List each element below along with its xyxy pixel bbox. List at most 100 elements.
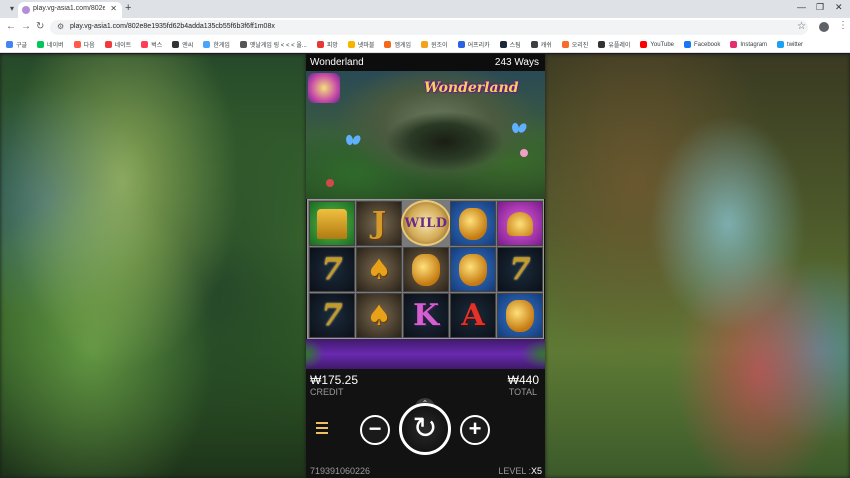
hat-symbol-icon <box>317 208 347 239</box>
bookmark-item[interactable]: 네이트 <box>104 40 132 49</box>
symbol-7: 7 <box>321 297 343 333</box>
flower-icon <box>326 179 334 187</box>
wonderland-logo: Wonderland <box>424 80 519 96</box>
ways-count: 243 Ways <box>494 57 539 68</box>
bookmark-favicon-icon <box>684 41 691 48</box>
back-icon[interactable]: ← <box>6 21 16 32</box>
bookmark-item[interactable]: 구글 <box>6 40 27 49</box>
bookmark-item[interactable]: 어프리카 <box>457 40 490 49</box>
bookmark-label: 다음 <box>83 43 95 49</box>
win-band <box>306 339 545 369</box>
bookmark-favicon-icon <box>598 41 606 48</box>
bookmark-item[interactable]: YouTube <box>640 41 674 48</box>
reel-cell: A <box>450 293 496 338</box>
hamburger-icon[interactable] <box>316 422 328 434</box>
bookmark-favicon-icon <box>239 41 247 48</box>
url-text[interactable]: play.vg-asia1.com/802e8e1935fd62b4adda13… <box>70 23 275 30</box>
bookmark-favicon-icon <box>730 41 738 48</box>
bookmark-favicon-icon <box>457 41 465 48</box>
address-bar[interactable]: ⚙ play.vg-asia1.com/802e8e1935fd62b4adda… <box>50 20 808 35</box>
page-content: Wonderland 243 Ways Wonderland 7 7 J ♠ ♠ WILD… <box>0 54 850 478</box>
bell-symbol-icon <box>507 211 533 236</box>
reel-cell <box>497 293 543 338</box>
tab-close-icon[interactable]: ✕ <box>110 4 117 13</box>
symbol-7: 7 <box>321 251 343 287</box>
bookmark-item[interactable]: Facebook <box>684 41 720 48</box>
bookmark-item[interactable]: 네이버 <box>37 40 64 49</box>
bookmark-item[interactable]: 한게임 <box>203 40 230 49</box>
bookmark-label: 구글 <box>16 43 28 49</box>
bookmark-item[interactable]: Instagram <box>730 41 767 48</box>
symbol-j: J <box>371 205 387 241</box>
bookmark-item[interactable]: 스팀 <box>499 40 521 49</box>
bookmark-favicon-icon <box>37 41 45 48</box>
bookmark-favicon-icon <box>104 41 112 48</box>
reel-cell: 7 <box>309 247 355 292</box>
bookmark-star-icon[interactable]: ☆ <box>797 21 806 32</box>
bookmark-favicon-icon <box>384 41 392 48</box>
flower-icon <box>520 149 528 157</box>
bookmark-favicon-icon <box>316 41 324 48</box>
minimize-button[interactable]: — <box>797 2 806 12</box>
bookmark-item[interactable]: 엔씨 <box>172 40 193 49</box>
bookmark-label: 벅스 <box>151 43 163 49</box>
browser-toolbar: ← → ↻ ⚙ play.vg-asia1.com/802e8e1935fd62… <box>0 18 850 37</box>
bookmark-favicon-icon <box>347 41 355 48</box>
refresh-icon: ↻ <box>412 412 438 445</box>
urn-symbol-icon <box>412 253 440 286</box>
bookmark-favicon-icon <box>172 41 180 48</box>
bookmark-item[interactable]: twitter <box>777 41 803 48</box>
increase-bet-button[interactable]: + <box>460 415 490 445</box>
butterfly-icon <box>512 123 526 133</box>
bookmark-label: 어프리카 <box>467 43 490 49</box>
bookmark-label: twitter <box>787 41 804 48</box>
bookmark-item[interactable]: 다음 <box>73 40 95 49</box>
bookmark-label: 피망 <box>326 43 338 49</box>
spin-button[interactable]: ↻ <box>399 403 451 455</box>
urn-symbol-icon <box>459 253 487 286</box>
reel-cell: ♠ <box>356 293 402 338</box>
close-window-button[interactable]: ✕ <box>835 2 843 13</box>
tab-search-icon[interactable]: ▾ <box>6 3 18 15</box>
game-header: Wonderland 243 Ways <box>306 54 545 71</box>
bookmark-favicon-icon <box>499 41 507 48</box>
wild-symbol: WILD <box>401 200 451 246</box>
reel-cell: J <box>356 201 402 246</box>
bookmark-label: 한게임 <box>213 43 230 49</box>
menu-kebab-icon[interactable]: ⋮ <box>838 20 848 31</box>
bookmark-label: 네이트 <box>114 43 132 49</box>
slot-game: Wonderland 243 Ways Wonderland 7 7 J ♠ ♠ WILD… <box>306 54 545 478</box>
butterfly-icon <box>346 135 360 145</box>
bookmark-favicon-icon <box>640 41 648 48</box>
bookmark-item[interactable]: 엠게임 <box>384 40 411 49</box>
bookmark-item[interactable]: 윈조이 <box>421 40 448 49</box>
active-tab[interactable]: play.vg-asia1.com/802e8e ✕ <box>18 2 122 18</box>
bookmark-item[interactable]: 옛날게임 링 < < < 울... <box>239 40 307 49</box>
maximize-button[interactable]: ❐ <box>816 2 824 13</box>
bookmark-label: YouTube <box>650 41 674 48</box>
bookmarks-bar: 구글 네이버 다음 네이트 벅스 엔씨 한게임 옛날게임 링 < < < 울... 피망 넷마블 엠… <box>0 37 850 53</box>
spade-symbol-icon: ♠ <box>366 252 392 286</box>
forward-icon[interactable]: → <box>21 21 31 32</box>
bookmark-favicon-icon <box>777 41 785 48</box>
session-id: 719391060226 <box>310 466 371 476</box>
bookmark-favicon-icon <box>203 41 211 48</box>
symbol-k: K <box>412 297 440 333</box>
reload-icon[interactable]: ↻ <box>36 21 44 32</box>
tab-strip: ▾ play.vg-asia1.com/802e8e ✕ + — ❐ ✕ <box>0 0 850 18</box>
site-info-icon[interactable]: ⚙ <box>57 22 64 31</box>
control-panel: ₩175.25 CREDIT ₩440 TOTAL − ⌃ ↻ + 719391… <box>306 369 545 478</box>
profile-avatar-icon[interactable] <box>819 22 829 32</box>
new-tab-button[interactable]: + <box>125 2 131 14</box>
bookmark-favicon-icon <box>530 41 538 48</box>
decrease-bet-button[interactable]: − <box>360 415 390 445</box>
bookmark-item[interactable]: 벅스 <box>141 40 162 49</box>
bookmark-item[interactable]: 오리진 <box>561 40 588 49</box>
bookmark-item[interactable]: 캐쉬 <box>530 40 552 49</box>
bookmark-item[interactable]: 넷마블 <box>347 40 374 49</box>
bookmark-item[interactable]: 피망 <box>316 40 338 49</box>
game-title: Wonderland <box>310 57 364 68</box>
leaf-decoration <box>306 339 324 369</box>
bookmark-item[interactable]: 유플레이 <box>598 40 630 49</box>
reel-cell <box>450 201 496 246</box>
